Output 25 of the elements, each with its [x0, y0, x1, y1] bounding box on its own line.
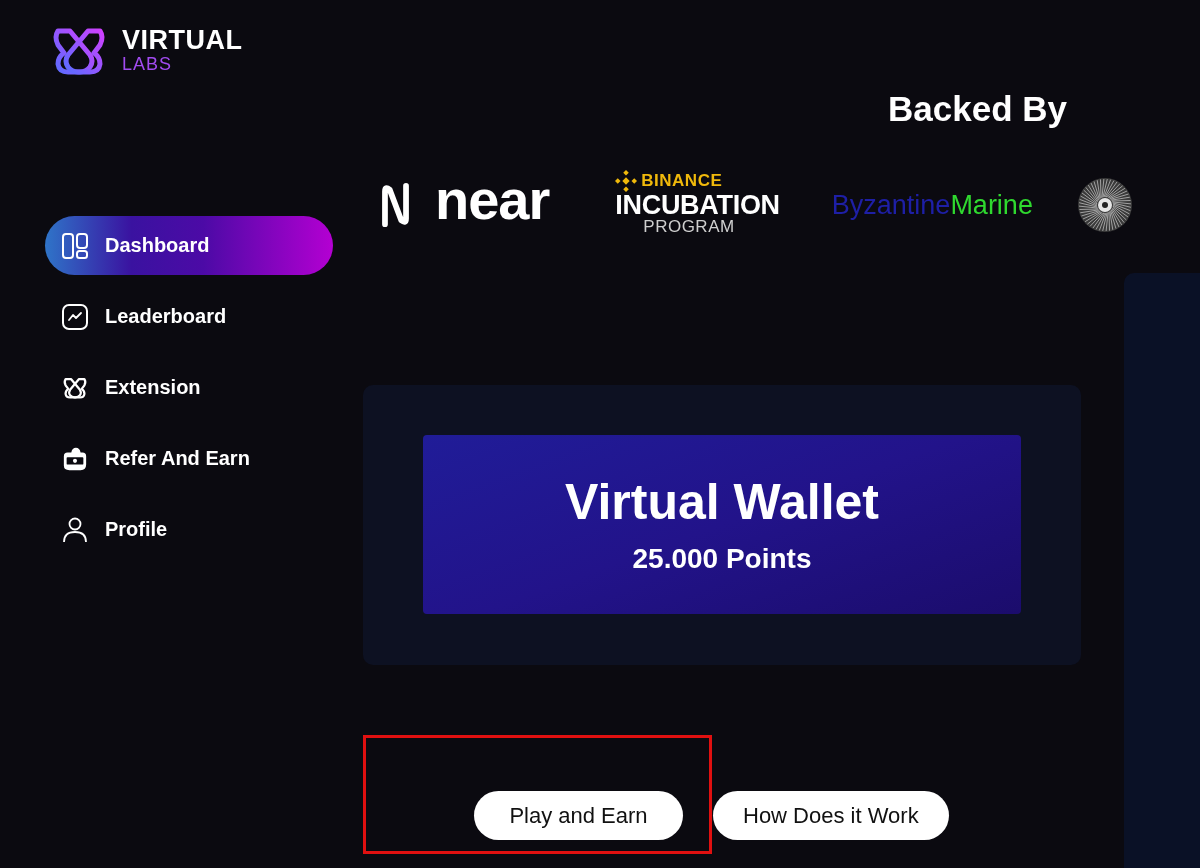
sidebar-item[interactable]: Profile	[45, 500, 333, 559]
sidebar-item[interactable]: Refer And Earn	[45, 429, 333, 488]
brand-name: VIRTUAL	[122, 26, 243, 54]
brand-subtitle: LABS	[122, 54, 173, 74]
diamond-icon	[615, 170, 638, 192]
sidebar-item[interactable]: Extension	[45, 358, 333, 417]
logo-text: Byzantine	[831, 190, 951, 220]
section-title: Backed By	[888, 88, 1068, 129]
layout-grid-icon	[62, 232, 88, 259]
banknote-icon	[62, 445, 88, 472]
action-button[interactable]: How Does it Work	[713, 791, 949, 840]
logo-text: PROGRAM	[643, 218, 736, 236]
logo-text: INCUBATION	[615, 192, 780, 218]
action-button[interactable]: Play and Earn	[474, 791, 683, 840]
points-balance: 25.000 Points	[632, 541, 812, 576]
logo-wordmark: near	[435, 172, 550, 228]
logo-text: BINANCE	[641, 172, 723, 190]
sidebar-item[interactable]: Leaderboard	[45, 287, 333, 346]
logo-text: Marine	[950, 190, 1033, 220]
line-chart-icon	[62, 303, 88, 330]
wallet-title: Virtual Wallet	[565, 473, 879, 530]
sidebar-item[interactable]: Dashboard	[45, 216, 333, 275]
user-icon	[62, 516, 88, 543]
logo-mark-icon	[380, 183, 411, 227]
radial-emblem-icon	[1076, 177, 1133, 233]
